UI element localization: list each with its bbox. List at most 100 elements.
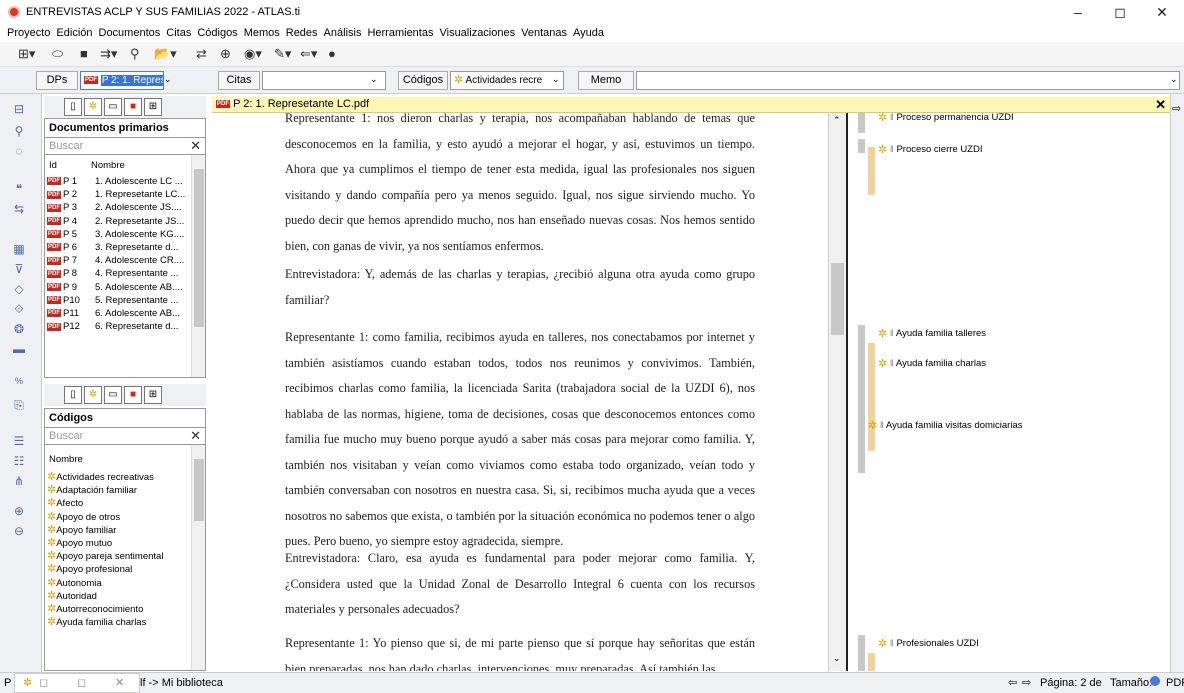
margin-code[interactable]: ✲ ‖ Ayuda familia visitas domiciarias [868,419,1023,432]
menu-citas[interactable]: Citas [163,24,194,42]
code-row[interactable]: ✲Apoyo pareja sentimental [47,550,189,563]
memo-select[interactable] [636,71,1180,90]
documents-scroll-thumb[interactable] [194,169,204,327]
document-row[interactable]: PDF P 4 2. Represetante JS... [47,215,189,228]
pen-icon[interactable]: ✎▾ [274,46,291,62]
document-row[interactable]: PDF P 9 5. Adolescente AB.... [47,281,189,294]
menu-redes[interactable]: Redes [283,24,321,42]
code-row[interactable]: ✲Autonomia [47,577,189,590]
code-row[interactable]: ✲Adaptación familiar [47,484,189,497]
tree-icon[interactable]: ⊟ [10,102,28,118]
code-row[interactable]: ✲Apoyo profesional [47,563,189,576]
tab-memos[interactable]: ■ [124,386,142,404]
taskbar-preview[interactable]: ✲ ◻ ◻ ✕ [14,673,140,693]
prev-page-icon[interactable]: ⇦ [1008,676,1017,689]
documents-search-input[interactable]: Buscar ✕ [45,138,205,155]
scroll-down-icon[interactable]: ⌄ [833,653,841,664]
menu-ventanas[interactable]: Ventanas [518,24,570,42]
close-button[interactable]: ✕ [1142,2,1182,22]
tab-families[interactable]: ⊞ [144,98,162,116]
margin-code[interactable]: ✲ ‖ Proceso permanencia UZDI [878,111,1014,124]
chevron-down-icon[interactable]: ⌄ [1170,74,1178,85]
clear-icon[interactable]: ✕ [190,138,201,154]
close-icon[interactable]: ✕ [115,676,124,689]
document-row[interactable]: PDF P 1 1. Adolescente LC ... [47,175,189,188]
menu-ayuda[interactable]: Ayuda [570,24,607,42]
codes-scroll-thumb[interactable] [194,459,204,521]
close-document-icon[interactable]: ✕ [1155,97,1166,113]
scroll-up-icon[interactable]: ⌃ [833,115,841,126]
column-name-header[interactable]: Nombre [49,453,83,466]
code-row[interactable]: ✲Afecto [47,497,189,510]
open-folder-icon[interactable]: 📂▾ [154,46,177,62]
binoculars-icon[interactable]: ⚲ [130,46,140,62]
xml-icon[interactable]: ◉▾ [244,46,262,62]
menu-documentos[interactable]: Documentos [96,24,164,42]
clear-icon[interactable]: ✕ [190,428,201,444]
code-link-icon[interactable]: ◇ [10,282,28,298]
next-page-icon[interactable]: ⇨ [1022,676,1031,689]
back-icon[interactable]: ⇐▾ [300,46,317,62]
zoom-in-icon[interactable]: ⊕ [10,504,28,520]
margin-code[interactable]: ✲ ‖ Profesionales UZDI [878,637,979,650]
memo-button[interactable]: Memo [578,71,634,90]
column-name-header[interactable]: Nombre [91,159,125,172]
menu-visualizaciones[interactable]: Visualizaciones [436,24,518,42]
margin-code[interactable]: ✲ ‖ Ayuda familia charlas [878,357,986,370]
menu-edicion[interactable]: Edición [53,24,95,42]
codes-scrollbar[interactable] [191,445,205,670]
tab-codes[interactable]: ✲ [84,98,102,116]
menu-memos[interactable]: Memos [241,24,283,42]
tab-codes[interactable]: ✲ [84,386,102,404]
document-row[interactable]: PDF P 7 4. Adolescente CR.... [47,254,189,267]
tab-documents[interactable]: ▯ [64,98,82,116]
restore-button[interactable]: ◻ [1100,2,1140,22]
menu-herramientas[interactable]: Herramientas [364,24,436,42]
restore-icon[interactable]: ◻ [77,676,86,689]
expand-icon[interactable]: ⇨ [1172,102,1181,115]
document-row[interactable]: PDF P12 6. Represetante d... [47,320,189,333]
chevron-down-icon[interactable]: ⌄ [552,74,560,85]
dp-select[interactable]: PDF P 2: 1. Represetat [80,71,164,90]
document-row[interactable]: PDF P 3 2. Adolescente JS.... [47,201,189,214]
page-icon[interactable]: ⎘ [10,398,28,414]
document-row[interactable]: PDF P 2 1. Represetante LC... [47,188,189,201]
code-row[interactable]: ✲Apoyo mutuo [47,537,189,550]
document-row[interactable]: PDF P 6 3. Represetante d... [47,241,189,254]
margin-code[interactable]: ✲ ‖ Proceso cierre UZDI [878,143,983,156]
menu-codigos[interactable]: Códigos [194,24,240,42]
dps-button[interactable]: DPs [36,71,78,90]
document-viewer[interactable]: Representante 1: nos dieron charlas y te… [212,113,828,671]
search-icon[interactable]: ⚲ [10,124,28,140]
network-icon[interactable]: ⋔ [10,474,28,490]
align-icon[interactable]: ☰ [10,434,28,450]
memo-icon[interactable]: ▬ [10,342,28,358]
document-scroll-thumb[interactable] [831,263,844,335]
code-row[interactable]: ✲Autorreconocimiento [47,603,189,616]
codes-search-input[interactable]: Buscar ✕ [45,428,205,445]
filter-icon[interactable]: ⊽ [10,262,28,278]
margin-code[interactable]: ✲ ‖ Ayuda familia talleres [878,327,986,340]
code-row[interactable]: ✲Apoyo familiar [47,524,189,537]
minimize-button[interactable]: – [1058,2,1098,22]
column-id-header[interactable]: Id [49,159,57,172]
tab-memos[interactable]: ■ [124,98,142,116]
quote-icon[interactable]: ❝ [10,182,28,198]
comment-icon[interactable]: ⬭ [52,46,63,62]
document-row[interactable]: PDF P 8 4. Representante ... [47,267,189,280]
save-icon[interactable]: ■ [80,46,88,62]
codigos-button[interactable]: Códigos [398,71,448,90]
tab-quotes[interactable]: ▭ [104,386,122,404]
add-document-icon[interactable]: ⊞▾ [18,46,35,62]
align-down-icon[interactable]: ☷ [10,454,28,470]
code-tool-icon[interactable]: ⊕ [220,46,231,62]
chevron-down-icon[interactable]: ⌄ [164,74,172,85]
code-list-icon[interactable]: ▦ [10,242,28,258]
document-row[interactable]: PDF P 5 3. Adolescente KG.... [47,228,189,241]
tab-quotes[interactable]: ▭ [104,98,122,116]
code-color-icon[interactable]: ❂ [10,322,28,338]
code-row[interactable]: ✲Apoyo de otros [47,511,189,524]
tab-families[interactable]: ⊞ [144,386,162,404]
code-select[interactable]: ✲ Actividades recre [450,71,564,90]
percent-icon[interactable]: % [10,376,28,392]
